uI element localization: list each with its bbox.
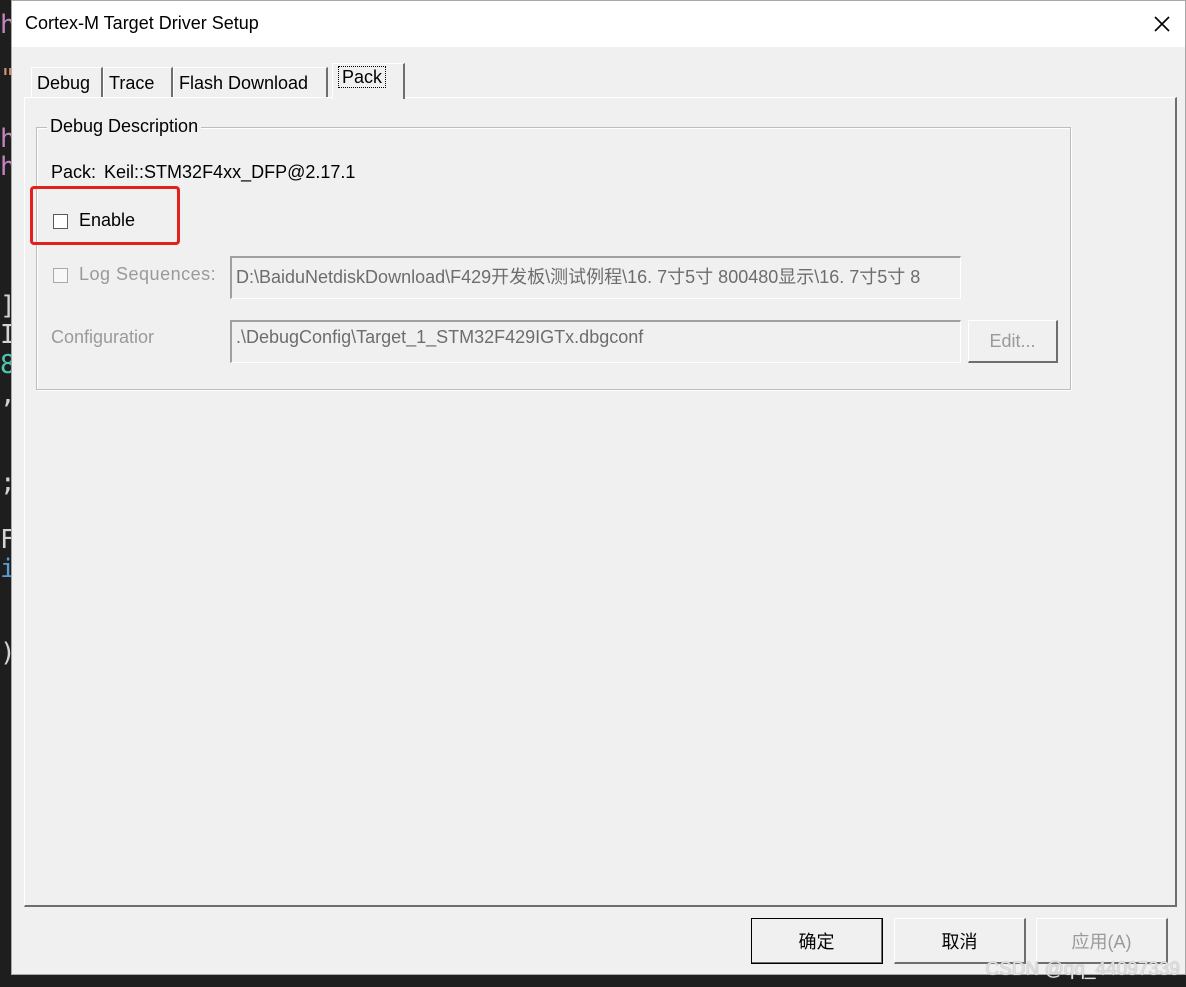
tab-trace[interactable]: Trace — [103, 67, 173, 97]
edit-button-label: Edit... — [989, 330, 1036, 351]
tab-pack[interactable]: Pack — [332, 63, 405, 99]
log-sequences-label: Log Sequences: — [79, 264, 217, 284]
apply-button[interactable]: 应用(A) — [1036, 918, 1168, 964]
pack-tab-panel: Debug Description Pack: Keil::STM32F4xx_D… — [24, 97, 1177, 907]
apply-button-label: 应用(A) — [1071, 931, 1132, 952]
cancel-button[interactable]: 取消 — [894, 918, 1026, 964]
window-title: Cortex-M Target Driver Setup — [25, 13, 259, 33]
title-bar: Cortex-M Target Driver Setup — [12, 1, 1185, 47]
close-icon — [1154, 16, 1170, 32]
log-sequences-checkbox[interactable] — [53, 268, 68, 283]
tab-flash-download[interactable]: Flash Download — [173, 67, 328, 97]
enable-label: Enable — [79, 210, 136, 230]
ok-button[interactable]: 确定 — [751, 918, 883, 964]
target-driver-setup-dialog: Cortex-M Target Driver Setup Debug Trace… — [11, 0, 1186, 975]
tab-pack-label: Pack — [338, 66, 387, 88]
log-sequences-path-field[interactable]: D:\BaiduNetdiskDownload\F429开发板\测试例程\16.… — [230, 256, 961, 299]
group-legend: Debug Description — [47, 116, 202, 137]
log-sequences-path-value: D:\BaiduNetdiskDownload\F429开发板\测试例程\16.… — [236, 267, 921, 287]
configuration-label: Configuratior — [51, 327, 155, 347]
ok-button-label: 确定 — [798, 931, 835, 952]
enable-checkbox[interactable] — [53, 214, 68, 229]
tab-trace-label: Trace — [109, 73, 155, 93]
pack-label: Pack: — [51, 162, 97, 182]
tab-flash-download-label: Flash Download — [179, 73, 309, 93]
configuration-path-value: .\DebugConfig\Target_1_STM32F429IGTx.dbg… — [236, 327, 644, 347]
debug-description-group: Debug Description Pack: Keil::STM32F4xx_D… — [36, 116, 1071, 390]
pack-value: Keil::STM32F4xx_DFP@2.17.1 — [104, 162, 356, 182]
configuration-path-field[interactable]: .\DebugConfig\Target_1_STM32F429IGTx.dbg… — [230, 320, 961, 363]
edit-button[interactable]: Edit... — [968, 320, 1058, 363]
watermark: CSDN @qq_44097339 — [985, 959, 1180, 980]
tab-debug[interactable]: Debug — [31, 67, 103, 97]
close-button[interactable] — [1139, 1, 1185, 47]
cancel-button-label: 取消 — [941, 931, 978, 952]
pack-info: Pack: Keil::STM32F4xx_DFP@2.17.1 — [51, 162, 355, 183]
tab-debug-label: Debug — [37, 73, 91, 93]
